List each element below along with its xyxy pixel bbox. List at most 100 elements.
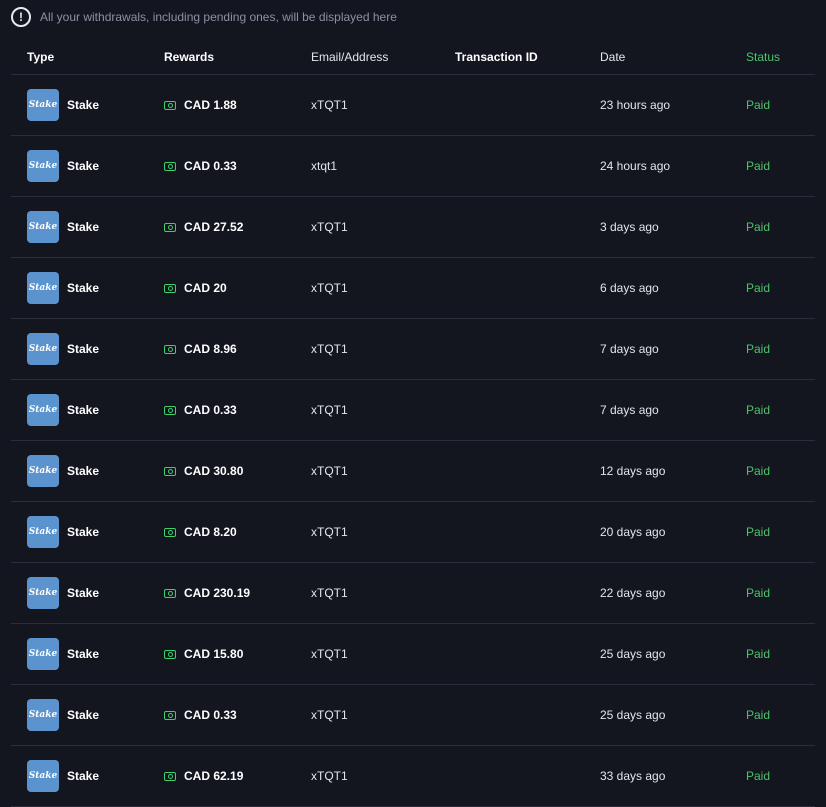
reward-amount: CAD 27.52	[184, 220, 244, 234]
stake-logo-icon: Stake	[27, 333, 59, 365]
reward-amount: CAD 0.33	[184, 159, 237, 173]
reward-cell: CAD 15.80	[164, 624, 243, 684]
exclamation-circle-icon: !	[11, 7, 31, 27]
reward-amount: CAD 8.20	[184, 525, 237, 539]
type-cell: Stake Stake	[27, 136, 99, 196]
email-address: xTQT1	[311, 769, 348, 783]
withdrawal-date: 22 days ago	[600, 586, 666, 600]
withdrawal-date: 24 hours ago	[600, 159, 671, 173]
cash-icon	[164, 710, 176, 720]
reward-cell: CAD 8.96	[164, 319, 237, 379]
header-email: Email/Address	[311, 50, 389, 64]
table-row: Stake Stake CAD 8.96 xTQT1 7 days ago Pa…	[11, 319, 815, 380]
type-label: Stake	[67, 220, 100, 234]
stake-logo-icon: Stake	[27, 760, 59, 792]
withdrawal-date: 6 days ago	[600, 281, 659, 295]
type-cell: Stake Stake	[27, 75, 99, 135]
header-status: Status	[746, 50, 781, 64]
email-address: xTQT1	[311, 281, 348, 295]
stake-logo-icon: Stake	[27, 272, 59, 304]
table-row: Stake Stake CAD 0.33 xTQT1 25 days ago P…	[11, 685, 815, 746]
stake-logo-icon: Stake	[27, 455, 59, 487]
type-cell: Stake Stake	[27, 502, 99, 562]
email-address: xTQT1	[311, 464, 348, 478]
withdrawal-date: 33 days ago	[600, 769, 666, 783]
status-badge: Paid	[746, 98, 771, 112]
stake-logo-icon: Stake	[27, 394, 59, 426]
reward-amount: CAD 8.96	[184, 342, 237, 356]
withdrawals-notice: ! All your withdrawals, including pendin…	[11, 7, 397, 27]
type-label: Stake	[67, 586, 100, 600]
table-row: Stake Stake CAD 0.33 xtqt1 24 hours ago …	[11, 136, 815, 197]
status-badge: Paid	[746, 525, 771, 539]
status-badge: Paid	[746, 769, 771, 783]
withdrawal-date: 23 hours ago	[600, 98, 671, 112]
status-badge: Paid	[746, 464, 771, 478]
type-cell: Stake Stake	[27, 197, 99, 257]
type-label: Stake	[67, 403, 100, 417]
notice-text: All your withdrawals, including pending …	[40, 10, 397, 24]
cash-icon	[164, 100, 176, 110]
reward-cell: CAD 27.52	[164, 197, 243, 257]
table-row: Stake Stake CAD 1.88 xTQT1 23 hours ago …	[11, 75, 815, 136]
reward-cell: CAD 62.19	[164, 746, 243, 806]
status-badge: Paid	[746, 403, 771, 417]
stake-logo-icon: Stake	[27, 150, 59, 182]
header-rewards: Rewards	[164, 50, 215, 64]
email-address: xTQT1	[311, 647, 348, 661]
stake-logo-icon: Stake	[27, 211, 59, 243]
withdrawal-date: 20 days ago	[600, 525, 666, 539]
type-cell: Stake Stake	[27, 380, 99, 440]
table-row: Stake Stake CAD 0.33 xTQT1 7 days ago Pa…	[11, 380, 815, 441]
cash-icon	[164, 344, 176, 354]
email-address: xTQT1	[311, 708, 348, 722]
table-row: Stake Stake CAD 27.52 xTQT1 3 days ago P…	[11, 197, 815, 258]
email-address: xTQT1	[311, 586, 348, 600]
withdrawal-date: 12 days ago	[600, 464, 666, 478]
reward-cell: CAD 30.80	[164, 441, 243, 501]
type-label: Stake	[67, 281, 100, 295]
reward-cell: CAD 1.88	[164, 75, 237, 135]
reward-cell: CAD 0.33	[164, 685, 237, 745]
reward-amount: CAD 0.33	[184, 708, 237, 722]
table-row: Stake Stake CAD 15.80 xTQT1 25 days ago …	[11, 624, 815, 685]
status-badge: Paid	[746, 708, 771, 722]
reward-cell: CAD 0.33	[164, 380, 237, 440]
reward-amount: CAD 20	[184, 281, 227, 295]
withdrawal-date: 7 days ago	[600, 403, 659, 417]
status-badge: Paid	[746, 586, 771, 600]
type-label: Stake	[67, 98, 100, 112]
reward-cell: CAD 20	[164, 258, 227, 318]
email-address: xTQT1	[311, 525, 348, 539]
stake-logo-icon: Stake	[27, 699, 59, 731]
reward-cell: CAD 8.20	[164, 502, 237, 562]
cash-icon	[164, 283, 176, 293]
cash-icon	[164, 527, 176, 537]
header-transaction-id: Transaction ID	[455, 50, 538, 64]
reward-cell: CAD 0.33	[164, 136, 237, 196]
type-label: Stake	[67, 769, 100, 783]
cash-icon	[164, 771, 176, 781]
stake-logo-icon: Stake	[27, 89, 59, 121]
type-label: Stake	[67, 159, 100, 173]
cash-icon	[164, 588, 176, 598]
stake-logo-icon: Stake	[27, 516, 59, 548]
table-row: Stake Stake CAD 62.19 xTQT1 33 days ago …	[11, 746, 815, 807]
withdrawals-table: Type Rewards Email/Address Transaction I…	[11, 40, 815, 807]
header-date: Date	[600, 50, 626, 64]
status-badge: Paid	[746, 281, 771, 295]
type-cell: Stake Stake	[27, 441, 99, 501]
email-address: xtqt1	[311, 159, 338, 173]
type-label: Stake	[67, 525, 100, 539]
status-badge: Paid	[746, 220, 771, 234]
withdrawal-date: 7 days ago	[600, 342, 659, 356]
reward-cell: CAD 230.19	[164, 563, 250, 623]
type-label: Stake	[67, 464, 100, 478]
email-address: xTQT1	[311, 220, 348, 234]
reward-amount: CAD 1.88	[184, 98, 237, 112]
type-cell: Stake Stake	[27, 746, 99, 806]
table-body: Stake Stake CAD 1.88 xTQT1 23 hours ago …	[11, 75, 815, 807]
type-cell: Stake Stake	[27, 319, 99, 379]
type-label: Stake	[67, 708, 100, 722]
status-badge: Paid	[746, 159, 771, 173]
